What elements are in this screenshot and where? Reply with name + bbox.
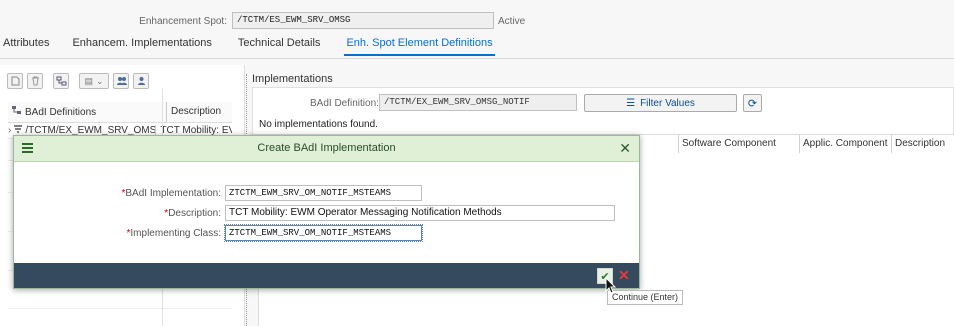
field-row-badi-implementation: *BAdI Implementation: ZTCTM_EWM_SRV_OM_N…	[14, 185, 639, 203]
filter-icon: ☰	[626, 97, 636, 109]
field-label: Implementing Class:	[130, 228, 221, 239]
badi-name: /TCTM/EX_EWM_SRV_OMSG_N	[25, 124, 156, 136]
field-label: BAdI Implementation:	[125, 188, 221, 199]
dialog-header: Create BAdI Implementation ✕	[14, 136, 639, 162]
field-label: Description:	[168, 208, 221, 219]
column-software-component[interactable]: Software Component	[678, 135, 800, 153]
column-applic-component[interactable]: Applic. Component	[799, 135, 891, 153]
badi-definition-label: BAdI Definition:	[310, 98, 379, 109]
tab-technical-details[interactable]: Technical Details	[236, 36, 323, 56]
cancel-icon[interactable]: ✕	[618, 267, 630, 283]
implementations-title: Implementations	[252, 73, 333, 85]
create-badi-dialog: Create BAdI Implementation ✕ *BAdI Imple…	[13, 135, 640, 289]
field-row-implementing-class: *Implementing Class: ZTCTM_EWM_SRV_OM_NO…	[14, 224, 639, 243]
tree-header: BAdI Definitions Description	[8, 102, 232, 123]
refresh-button[interactable]: ⟳	[743, 94, 762, 112]
enhancement-spot-field[interactable]: /TCTM/ES_EWM_SRV_OMSG	[232, 12, 494, 29]
tab-bar: Attributes Enhancem. Implementations Tec…	[0, 36, 517, 56]
dialog-title: Create BAdI Implementation	[257, 142, 396, 154]
tab-enhancem-implementations[interactable]: Enhancem. Implementations	[70, 36, 213, 56]
badi-implementation-label: *BAdI Implementation:	[121, 188, 221, 199]
badi-implementation-field[interactable]: ZTCTM_EWM_SRV_OM_NOTIF_MSTEAMS	[225, 185, 422, 201]
tree-icon	[12, 106, 22, 118]
header-area: Enhancement Spot: /TCTM/ES_EWM_SRV_OMSG …	[0, 0, 954, 60]
column-badi-definitions[interactable]: BAdI Definitions	[8, 106, 166, 118]
row-divider	[8, 308, 232, 309]
enhancement-spot-label: Enhancement Spot:	[139, 16, 227, 27]
document-icon[interactable]	[7, 73, 23, 89]
filter-values-button[interactable]: ☰ Filter Values	[584, 94, 737, 112]
divider	[0, 58, 954, 59]
continue-tooltip: Continue (Enter)	[607, 290, 684, 305]
dialog-footer: ✔ ✕	[14, 263, 639, 288]
refresh-icon: ⟳	[747, 97, 758, 110]
dropdown-filter-icon[interactable]: ▤ ⌄	[79, 73, 109, 89]
left-toolbar: ▤ ⌄	[7, 73, 149, 91]
filter-values-label: Filter Values	[640, 97, 695, 109]
trash-icon[interactable]	[27, 73, 43, 89]
chevron-right-icon[interactable]: ›	[8, 125, 11, 136]
tab-attributes[interactable]: Attributes	[0, 36, 51, 56]
implementing-class-label: *Implementing Class:	[127, 228, 222, 239]
column-label: BAdI Definitions	[25, 106, 97, 118]
people-icon[interactable]	[113, 73, 129, 89]
column-description[interactable]: Description	[166, 102, 221, 122]
chevron-down-icon: ⌄	[95, 75, 104, 86]
badi-description: TCT Mobility: EV	[155, 124, 232, 136]
spot-status: Active	[498, 16, 526, 27]
hierarchy-icon[interactable]	[53, 73, 69, 89]
close-icon[interactable]: ✕	[619, 140, 631, 156]
description-label: *Description:	[164, 208, 221, 219]
tab-enh-spot-element-definitions[interactable]: Enh. Spot Element Definitions	[344, 36, 495, 56]
description-field[interactable]: TCT Mobility: EWM Operator Messaging Not…	[225, 205, 615, 221]
field-row-description: *Description: TCT Mobility: EWM Operator…	[14, 205, 639, 223]
column-description[interactable]: Description	[891, 135, 954, 153]
badi-definition-field[interactable]: /TCTM/EX_EWM_SRV_OMSG_NOTIF	[379, 94, 577, 111]
mouse-cursor-icon	[605, 276, 617, 297]
empty-message: No implementations found.	[259, 119, 378, 130]
filter-icon: ▤	[84, 75, 93, 86]
implementing-class-field[interactable]: ZTCTM_EWM_SRV_OM_NOTIF_MSTEAMS	[224, 224, 423, 242]
person-icon[interactable]	[133, 73, 149, 89]
